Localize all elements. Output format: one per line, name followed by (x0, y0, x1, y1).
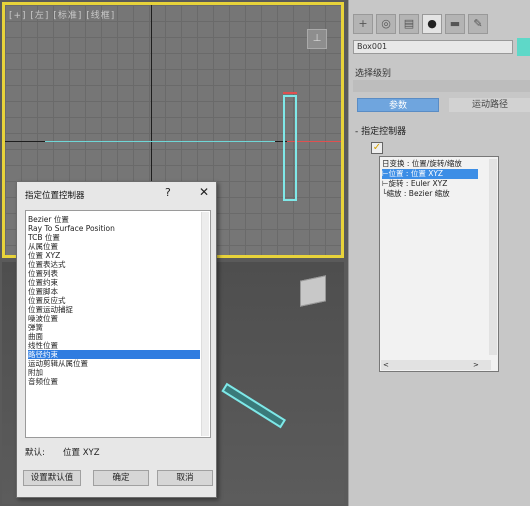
assign-controller-icon[interactable]: ✓ (371, 142, 383, 154)
controller-list[interactable]: Bezier 位置 Ray To Surface Position TCB 位置 从属… (25, 210, 211, 438)
controller-list-item[interactable]: 位置列表 (28, 269, 200, 278)
controller-list-item[interactable]: Ray To Surface Position (28, 224, 200, 233)
controller-list-item[interactable]: 音频位置 (28, 377, 200, 386)
modify-tab-icon[interactable]: ◎ (376, 14, 396, 34)
controller-list-item[interactable]: 路径约束 (28, 350, 200, 359)
controller-list-item[interactable]: TCB 位置 (28, 233, 200, 242)
selection-level-bar[interactable] (353, 80, 530, 92)
controller-list-item[interactable]: 附加 (28, 368, 200, 377)
help-icon[interactable]: ? (165, 186, 171, 199)
tree-row-rotation[interactable]: ⊢旋转 : Euler XYZ (382, 179, 447, 189)
controller-list-item[interactable]: 从属位置 (28, 242, 200, 251)
scroll-left-icon[interactable]: < (383, 360, 389, 370)
controller-list-item[interactable]: 位置约束 (28, 278, 200, 287)
utilities-tab-icon[interactable]: ✎ (468, 14, 488, 34)
viewcube-icon[interactable] (300, 275, 326, 307)
controller-list-item[interactable]: 位置运动捕捉 (28, 305, 200, 314)
default-label: 默认: (25, 448, 45, 458)
close-icon[interactable]: ✕ (199, 185, 209, 199)
selected-box-object[interactable] (283, 95, 297, 201)
controller-list-item[interactable]: Bezier 位置 (28, 215, 200, 224)
controller-list-item[interactable]: 运动剪辑从属位置 (28, 359, 200, 368)
command-panel-tabs: + ◎ ▤ ● ▬ ✎ (353, 14, 488, 34)
controller-list-item[interactable]: 位置脚本 (28, 287, 200, 296)
motion-tab-icon[interactable]: ● (422, 14, 442, 34)
cancel-button[interactable]: 取消 (157, 470, 213, 486)
assign-controller-rollout-title[interactable]: - 指定控制器 (355, 124, 406, 137)
controller-list-item[interactable]: 曲面 (28, 332, 200, 341)
tree-row-transform[interactable]: 日变换 : 位置/旋转/缩放 (382, 159, 462, 169)
tab-parameters[interactable]: 参数 (357, 98, 439, 112)
viewport-label[interactable]: [+] [左] [标准] [线框] (9, 8, 115, 21)
command-panel: + ◎ ▤ ● ▬ ✎ Box001 选择级别 参数 运动路径 - 指定控制器 … (348, 0, 530, 506)
controller-list-item[interactable]: 位置 XYZ (28, 251, 200, 260)
controller-tree[interactable]: 日变换 : 位置/旋转/缩放 ⊢位置 : 位置 XYZ ⊢旋转 : Euler … (379, 156, 499, 372)
viewcube-icon[interactable]: ⊥ (307, 29, 327, 49)
viewport-grid-line (5, 141, 45, 142)
object-color-swatch[interactable] (517, 38, 530, 56)
selection-level-label: 选择级别 (355, 69, 392, 79)
tree-vertical-scrollbar[interactable] (489, 159, 497, 355)
hierarchy-tab-icon[interactable]: ▤ (399, 14, 419, 34)
tab-motion-path[interactable]: 运动路径 (449, 98, 530, 112)
tree-horizontal-scrollbar[interactable]: < > (381, 360, 491, 370)
selected-object-edge (283, 92, 297, 94)
controller-list-item[interactable]: 弹簧 (28, 323, 200, 332)
display-tab-icon[interactable]: ▬ (445, 14, 465, 34)
scroll-right-icon[interactable]: > (473, 360, 479, 370)
create-tab-icon[interactable]: + (353, 14, 373, 34)
dialog-title: 指定位置控制器 (25, 191, 85, 201)
controller-list-item[interactable]: 线性位置 (28, 341, 200, 350)
selected-box-object-perspective[interactable] (221, 382, 287, 429)
controller-list-item[interactable]: 位置表达式 (28, 260, 200, 269)
default-value: 位置 XYZ (63, 448, 100, 458)
viewport-y-axis-line (45, 141, 275, 142)
set-default-button[interactable]: 设置默认值 (23, 470, 81, 486)
ok-button[interactable]: 确定 (93, 470, 149, 486)
tree-row-scale[interactable]: └缩放 : Bezier 缩放 (382, 189, 450, 199)
controller-list-scrollbar[interactable] (201, 212, 209, 436)
object-name-field[interactable]: Box001 (353, 40, 513, 54)
controller-list-item[interactable]: 位置反应式 (28, 296, 200, 305)
tree-row-position[interactable]: ⊢位置 : 位置 XYZ (382, 169, 478, 179)
controller-list-item[interactable]: 噪波位置 (28, 314, 200, 323)
assign-position-controller-dialog: 指定位置控制器 ? ✕ Bezier 位置 Ray To Surface Posi… (16, 181, 217, 498)
